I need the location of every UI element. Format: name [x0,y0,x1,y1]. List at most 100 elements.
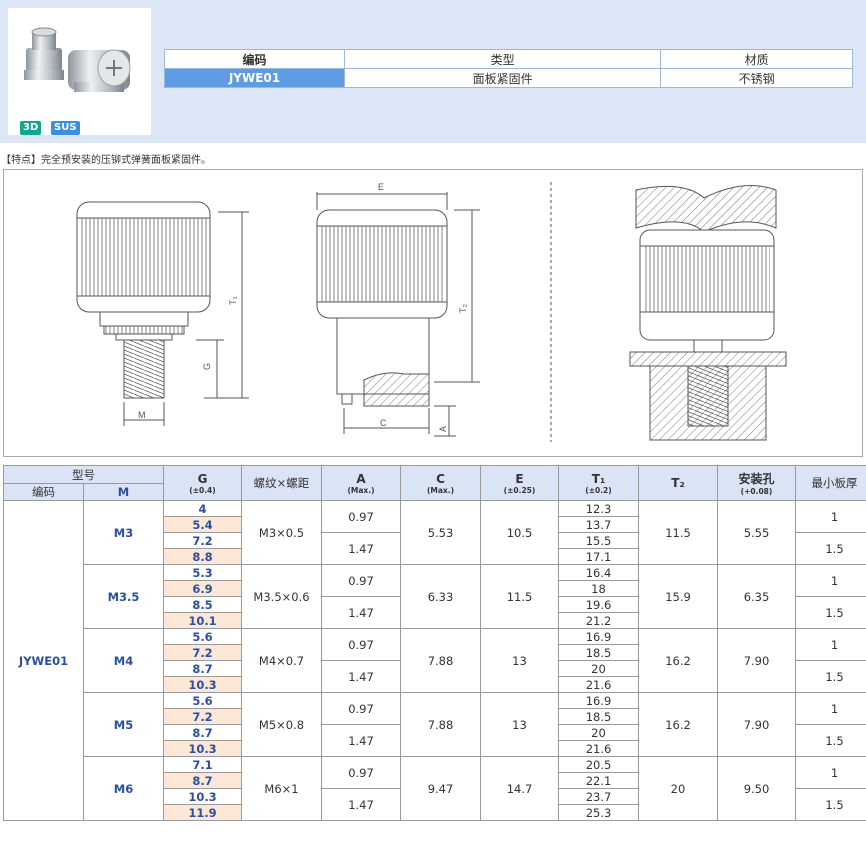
product-photo-icon [24,27,131,92]
t1-cell: 16.9 [558,628,639,645]
t1-cell: 23.7 [558,788,639,805]
hole-cell: 7.90 [717,628,796,693]
t1-cell: 18.5 [558,708,639,725]
g-cell: 5.6 [163,628,242,645]
thread-cell: M4×0.7 [241,628,322,693]
thread-cell: M6×1 [241,756,322,821]
min-thickness-cell: 1.5 [795,724,866,757]
m-cell: M6 [83,756,164,821]
g-cell: 10.1 [163,612,242,629]
info-value-code: JYWE01 [164,68,345,88]
g-cell: 10.3 [163,788,242,805]
t1-cell: 17.1 [558,548,639,565]
c-cell: 6.33 [400,564,481,629]
min-thickness-cell: 1 [795,564,866,597]
table-row: M3.5 5.3 M3.5×0.6 0.97 6.33 11.5 16.4 15.9 6.35 1 [4,564,866,629]
hole-cell: 7.90 [717,692,796,757]
a-cell: 1.47 [321,596,401,629]
hole-cell: 5.55 [717,500,796,565]
header-t2: T₂ [638,465,718,501]
t2-cell: 16.2 [638,692,718,757]
m-cell: M4 [83,628,164,693]
g-cell: 7.2 [163,644,242,661]
sus-badge: SUS [51,121,80,135]
g-cell: 7.1 [163,756,242,773]
dim-label-a: A [438,426,448,432]
installed-view [629,185,787,441]
table-row: M5 5.6 M5×0.8 0.97 7.88 13 16.9 16.2 7.90 1 [4,692,866,757]
t1-cell: 25.3 [558,804,639,821]
g-cell: 10.3 [163,740,242,757]
table-row: JYWE01 M3 4 M3×0.5 0.97 5.53 10.5 12.3 11.5 5.55 1 [3,500,866,821]
info-table: 编码 类型 材质 JYWE01 面板紧固件 不锈钢 [164,49,853,88]
a-cell: 1.47 [321,724,401,757]
code-cell: JYWE01 [3,500,84,821]
header-m: M [83,483,164,501]
g-cell: 8.5 [163,596,242,613]
m-cell: M3 [83,500,164,565]
e-cell: 13 [480,628,559,693]
info-value-material: 不锈钢 [660,68,853,88]
header-panel: 3D SUS 编码 类型 材质 JYWE01 面板紧固件 不锈钢 [0,0,866,143]
dim-label-e: E [378,182,384,192]
header-e: E (±0.25) [480,465,559,501]
section-view: E T₂ C A [316,182,480,437]
spec-table: 型号 G (±0.4) 螺纹×螺距 A (Max.) C (Max.) E (±0.25… [3,465,866,821]
g-cell: 10.3 [163,676,242,693]
header-g: G (±0.4) [163,465,242,501]
g-cell: 8.7 [163,660,242,677]
t1-cell: 22.1 [558,772,639,789]
a-cell: 1.47 [321,788,401,821]
min-thickness-cell: 1 [795,756,866,789]
t1-cell: 18 [558,580,639,597]
spec-table-body: JYWE01 M3 4 M3×0.5 0.97 5.53 10.5 12.3 11.5 5.55 1… [3,500,866,821]
info-header-code: 编码 [164,49,345,69]
side-view: T₁ G M [76,201,249,426]
g-cell: 8.7 [163,772,242,789]
header-c: C (Max.) [400,465,481,501]
a-cell: 1.47 [321,532,401,565]
e-cell: 10.5 [480,500,559,565]
header-hole: 安装孔 (+0.08) [717,465,796,501]
g-cell: 5.6 [163,692,242,709]
dim-label-t2: T₂ [458,304,468,313]
m-cell: M5 [83,692,164,757]
e-cell: 13 [480,692,559,757]
t1-cell: 21.6 [558,740,639,757]
g-cell: 4 [163,500,242,517]
g-cell: 7.2 [163,708,242,725]
min-thickness-cell: 1.5 [795,532,866,565]
dim-label-m: M [138,410,146,420]
t1-cell: 16.9 [558,692,639,709]
thread-cell: M3×0.5 [241,500,322,565]
dim-label-t1: T₁ [228,296,238,305]
table-row: M6 7.1 M6×1 0.97 9.47 14.7 20.5 20 9.50 1 [4,756,866,821]
t1-cell: 16.4 [558,564,639,581]
t1-cell: 20.5 [558,756,639,773]
min-thickness-cell: 1 [795,500,866,533]
hole-cell: 6.35 [717,564,796,629]
header-t1: T₁ (±0.2) [558,465,639,501]
t1-cell: 20 [558,724,639,741]
c-cell: 9.47 [400,756,481,821]
table-row: M4 5.6 M4×0.7 0.97 7.88 13 16.9 16.2 7.90 1 [4,628,866,693]
thread-cell: M3.5×0.6 [241,564,322,629]
min-thickness-cell: 1.5 [795,660,866,693]
min-thickness-cell: 1.5 [795,596,866,629]
header-a: A (Max.) [321,465,401,501]
min-thickness-cell: 1 [795,628,866,661]
product-thumbnail: 3D SUS [8,8,151,135]
t1-cell: 20 [558,660,639,677]
c-cell: 7.88 [400,628,481,693]
t1-cell: 13.7 [558,516,639,533]
3d-badge[interactable]: 3D [20,121,42,135]
t2-cell: 16.2 [638,628,718,693]
g-cell: 11.9 [163,804,242,821]
a-cell: 0.97 [321,628,401,661]
technical-drawing: T₁ G M E T₂ C A [3,169,863,457]
header-code: 编码 [3,483,84,501]
info-header-material: 材质 [660,49,853,69]
t2-cell: 20 [638,756,718,821]
a-cell: 1.47 [321,660,401,693]
c-cell: 5.53 [400,500,481,565]
